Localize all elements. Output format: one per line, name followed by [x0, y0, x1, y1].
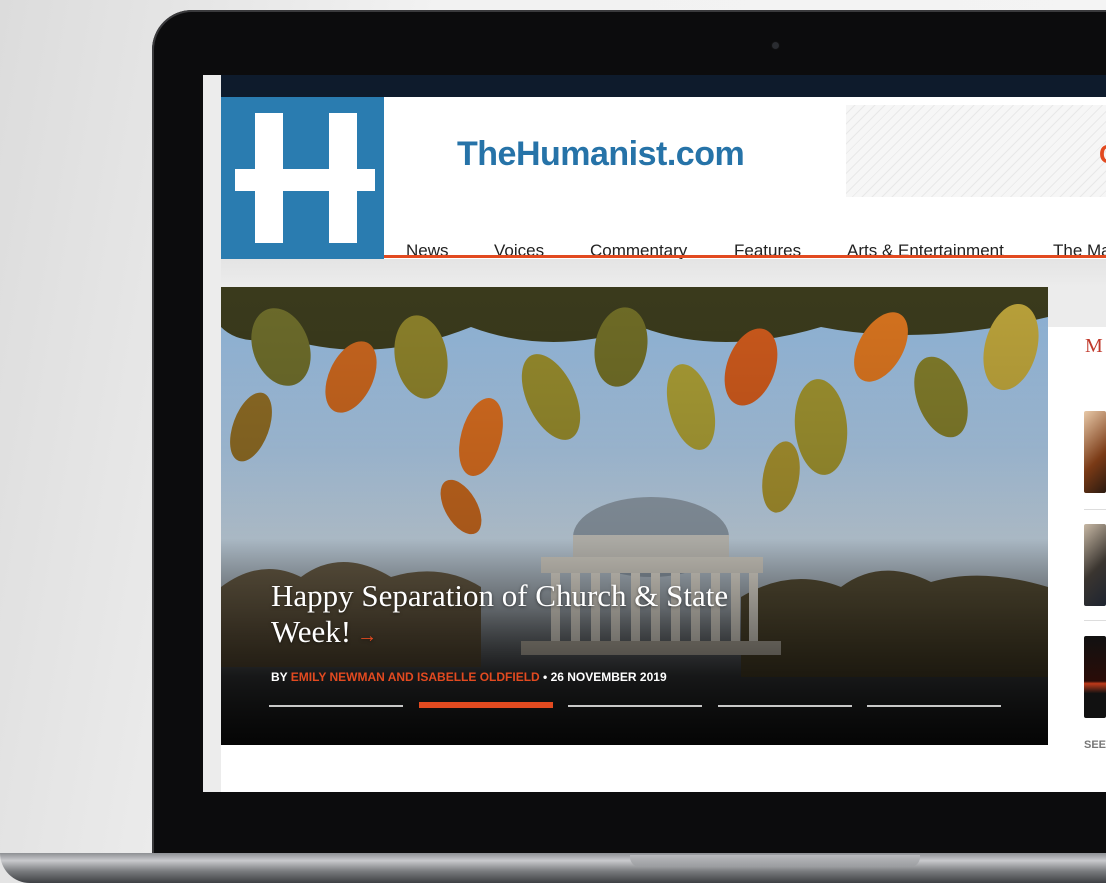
content-area	[221, 745, 1048, 792]
site-logo[interactable]	[221, 97, 384, 259]
sidebar-divider	[1084, 620, 1106, 621]
hero-byline: BY EMILY NEWMAN AND ISABELLE OLDFIELD • …	[271, 670, 667, 684]
left-gutter	[203, 75, 221, 792]
advertisement-banner[interactable]	[846, 105, 1106, 197]
nav-item-features[interactable]: Features	[734, 241, 801, 261]
carousel-dot-5[interactable]	[867, 705, 1001, 707]
byline-separator: •	[539, 670, 551, 684]
webcam-icon	[772, 42, 779, 49]
carousel-dot-3[interactable]	[568, 705, 702, 707]
browser-screen: TheHumanist.com C News Voices Commentary…	[203, 75, 1106, 792]
byline-authors[interactable]: EMILY NEWMAN AND ISABELLE OLDFIELD	[291, 670, 540, 684]
sidebar-thumbnail-3[interactable]	[1084, 636, 1106, 718]
site-header: TheHumanist.com C News Voices Commentary…	[384, 97, 1106, 260]
hero-carousel[interactable]: Happy Separation of Church & State Week!…	[221, 287, 1048, 745]
screen-bezel-bottom	[160, 792, 1106, 826]
sidebar: M SEE	[1048, 287, 1106, 792]
carousel-dot-4[interactable]	[718, 705, 852, 707]
sidebar-thumbnail-2[interactable]	[1084, 524, 1106, 606]
top-strip	[221, 75, 1106, 97]
site-title[interactable]: TheHumanist.com	[457, 135, 745, 174]
carousel-dot-1[interactable]	[269, 705, 403, 707]
hero-headline[interactable]: Happy Separation of Church & State Week!…	[271, 578, 791, 654]
ad-logo-fragment: C	[1099, 139, 1106, 170]
laptop-base	[0, 853, 1106, 883]
nav-item-arts-entertainment[interactable]: Arts & Entertainment	[847, 241, 1004, 261]
header-shadow-bar	[221, 259, 1106, 287]
nav-accent-rule	[384, 255, 1106, 258]
byline-date: 26 NOVEMBER 2019	[550, 670, 667, 684]
laptop-base-notch	[630, 855, 920, 867]
nav-item-commentary[interactable]: Commentary	[590, 241, 687, 261]
nav-item-news[interactable]: News	[406, 241, 449, 261]
arrow-right-icon: →	[357, 625, 378, 647]
sidebar-divider	[1084, 509, 1106, 510]
byline-prefix: BY	[271, 670, 291, 684]
main-nav: News Voices Commentary Features Arts & E…	[384, 217, 1106, 260]
sidebar-thumbnail-1[interactable]	[1084, 411, 1106, 493]
sidebar-heading: M	[1085, 335, 1103, 357]
nav-item-voices[interactable]: Voices	[494, 241, 544, 261]
nav-item-the-magazine[interactable]: The Ma	[1053, 241, 1106, 261]
see-more-link[interactable]: SEE	[1084, 739, 1106, 751]
carousel-dot-2[interactable]	[419, 702, 553, 708]
